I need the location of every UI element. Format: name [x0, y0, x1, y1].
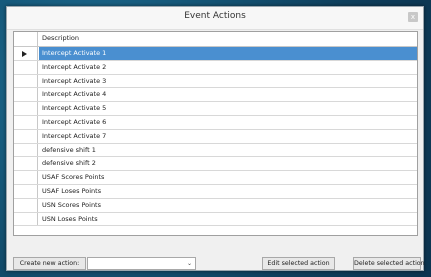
delete-selected-action-button[interactable]: Delete selected action [353, 257, 425, 270]
row-pointer-icon [22, 51, 27, 57]
table-row[interactable]: Intercept Activate 7 [14, 129, 417, 144]
row-selector[interactable] [14, 47, 38, 60]
row-description[interactable]: USN Loses Points [39, 213, 417, 226]
row-selector[interactable] [14, 212, 38, 226]
row-description[interactable]: Intercept Activate 5 [39, 102, 417, 115]
action-bar: Create new action: ⌄ Edit selected actio… [7, 257, 425, 271]
title-bar: Event Actions x [7, 7, 423, 30]
table-row[interactable]: Intercept Activate 2 [14, 60, 417, 75]
row-description[interactable]: Intercept Activate 3 [39, 75, 417, 88]
row-selector[interactable] [14, 115, 38, 129]
table-row[interactable]: Intercept Activate 6 [14, 115, 417, 130]
create-new-action-button[interactable]: Create new action: [13, 257, 86, 270]
column-header-description[interactable]: Description [42, 34, 79, 42]
row-description[interactable]: USAF Scores Points [39, 171, 417, 184]
row-selector[interactable] [14, 60, 38, 74]
table-row[interactable]: defensive shift 1 [14, 143, 417, 158]
table-row[interactable]: USN Scores Points [14, 198, 417, 213]
close-icon[interactable]: x [408, 12, 418, 22]
row-selector[interactable] [14, 129, 38, 143]
row-selector[interactable] [14, 171, 38, 184]
row-selector[interactable] [14, 102, 38, 115]
table-row[interactable]: Intercept Activate 5 [14, 102, 417, 116]
table-row[interactable]: USN Loses Points [14, 212, 417, 227]
row-selector[interactable] [14, 157, 38, 171]
actions-grid[interactable]: Description Intercept Activate 1 Interce… [13, 31, 418, 236]
chevron-down-icon[interactable]: ⌄ [187, 260, 192, 267]
row-selector[interactable] [14, 74, 38, 88]
row-selector[interactable] [14, 198, 38, 212]
table-row[interactable]: USAF Scores Points [14, 171, 417, 185]
row-description[interactable]: Intercept Activate 7 [39, 130, 417, 143]
window-title: Event Actions [184, 11, 246, 21]
table-row[interactable]: Intercept Activate 1 [14, 47, 417, 61]
grid-rows: Intercept Activate 1 Intercept Activate … [14, 47, 417, 227]
row-description[interactable]: defensive shift 2 [39, 157, 417, 170]
row-description[interactable]: USAF Loses Points [39, 185, 417, 198]
table-row[interactable]: USAF Loses Points [14, 184, 417, 199]
row-description[interactable]: defensive shift 1 [39, 144, 417, 157]
row-description[interactable]: Intercept Activate 2 [39, 61, 417, 74]
action-type-select[interactable]: ⌄ [87, 257, 196, 270]
row-selector[interactable] [14, 143, 38, 157]
table-row[interactable]: Intercept Activate 3 [14, 74, 417, 89]
row-description[interactable]: Intercept Activate 1 [39, 47, 417, 60]
row-description[interactable]: Intercept Activate 6 [39, 116, 417, 129]
event-actions-window: Event Actions x Description Intercept Ac… [6, 6, 425, 271]
row-selector[interactable] [14, 88, 38, 102]
row-description[interactable]: Intercept Activate 4 [39, 88, 417, 101]
row-header-corner [14, 32, 38, 46]
row-selector[interactable] [14, 184, 38, 198]
grid-header: Description [14, 32, 417, 47]
table-row[interactable]: defensive shift 2 [14, 157, 417, 172]
table-row[interactable]: Intercept Activate 4 [14, 88, 417, 103]
edit-selected-action-button[interactable]: Edit selected action [262, 257, 335, 270]
row-description[interactable]: USN Scores Points [39, 199, 417, 212]
